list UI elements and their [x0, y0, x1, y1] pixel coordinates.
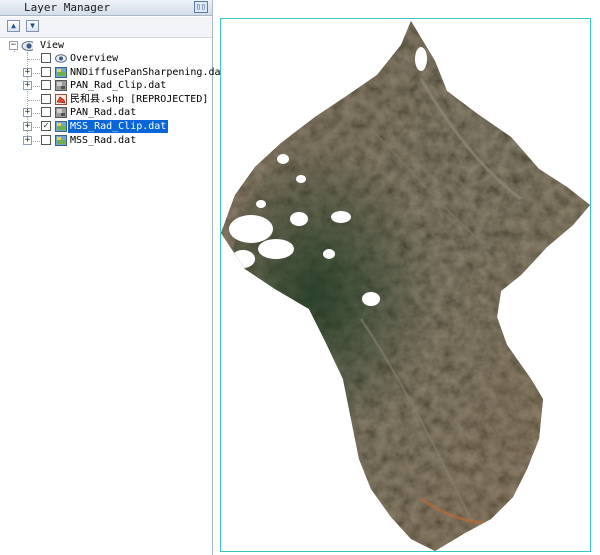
view-eye-icon — [21, 41, 33, 51]
expand-icon[interactable]: + — [23, 135, 32, 145]
layer-item[interactable]: 民和县.shp [REPROJECTED] — [0, 93, 212, 106]
expand-icon[interactable]: + — [23, 108, 32, 118]
move-up-icon[interactable]: ▲ — [7, 20, 20, 32]
layer-item[interactable]: Overview — [0, 52, 212, 65]
overview-icon — [55, 54, 67, 63]
layer-visibility-checkbox[interactable] — [41, 53, 51, 63]
expand-icon[interactable]: + — [23, 67, 32, 77]
image-view[interactable] — [220, 18, 591, 552]
layer-visibility-checkbox[interactable] — [41, 66, 51, 77]
layer-item-label[interactable]: PAN_Rad_Clip.dat — [68, 79, 168, 92]
layer-item-label[interactable]: 民和县.shp [REPROJECTED] — [68, 93, 210, 106]
layer-item-label[interactable]: MSS_Rad_Clip.dat — [68, 120, 169, 133]
panel-titlebar: Layer Manager ▯▯ — [0, 0, 212, 16]
panel-title: Layer Manager — [24, 1, 111, 14]
tree-root-label: View — [40, 40, 65, 51]
layer-item[interactable]: + ✓ MSS_Rad_Clip.dat — [0, 120, 212, 133]
layer-tree: − View Overview + NNDiffusePanSharpening.d… — [0, 38, 227, 555]
dock-pin-icon[interactable]: ▯▯ — [194, 1, 208, 13]
layer-item-label[interactable]: MSS_Rad.dat — [68, 134, 138, 147]
raster-color-icon — [55, 66, 67, 78]
layer-item[interactable]: + MSS_Rad.dat — [0, 134, 212, 147]
layer-visibility-checkbox[interactable]: ✓ — [41, 121, 51, 131]
layer-item[interactable]: + PAN_Rad.dat — [0, 106, 212, 119]
layer-item[interactable]: + NNDiffusePanSharpening.dat — [0, 66, 227, 79]
layer-visibility-checkbox[interactable] — [41, 80, 51, 91]
satellite-image-display[interactable] — [221, 19, 590, 551]
layer-visibility-checkbox[interactable] — [41, 107, 51, 118]
expand-icon[interactable]: + — [23, 81, 32, 91]
raster-color-icon — [55, 134, 67, 146]
layer-visibility-checkbox[interactable] — [41, 134, 51, 145]
layer-item-label[interactable]: Overview — [68, 52, 120, 65]
county-raster — [221, 21, 590, 551]
layer-visibility-checkbox[interactable] — [41, 93, 51, 104]
raster-gray-icon — [55, 80, 67, 92]
layer-item-label[interactable]: NNDiffusePanSharpening.dat — [68, 66, 229, 79]
layer-manager-panel: Layer Manager ▯▯ ▲ ▼ − View Overview + NND… — [0, 0, 227, 555]
collapse-icon[interactable]: − — [9, 41, 18, 50]
layer-toolbar: ▲ ▼ — [0, 17, 212, 38]
raster-color-icon — [55, 121, 67, 132]
layer-item[interactable]: + PAN_Rad_Clip.dat — [0, 79, 212, 92]
layer-item-label[interactable]: PAN_Rad.dat — [68, 106, 138, 119]
vector-shapefile-icon — [55, 93, 67, 105]
move-down-icon[interactable]: ▼ — [26, 20, 39, 32]
raster-gray-icon — [55, 107, 67, 119]
tree-root-view[interactable]: − View — [0, 39, 212, 52]
expand-icon[interactable]: + — [23, 122, 32, 131]
